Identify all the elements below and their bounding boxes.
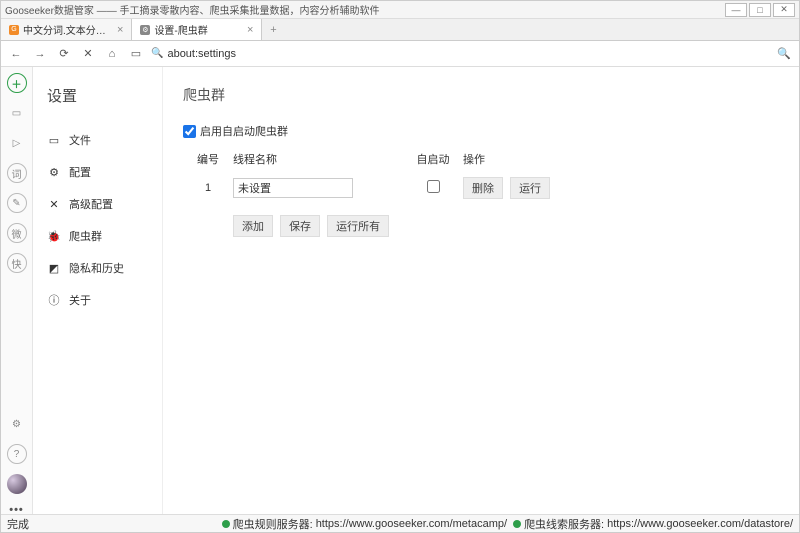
file-icon: ▭ (47, 133, 61, 147)
favicon-g-icon: G (9, 25, 19, 35)
tools-icon: ✕ (47, 197, 61, 211)
left-sidebar: ＋ ▭ ▷ 词 ✎ 微 快 ⚙ ? ••• (1, 67, 33, 516)
info-icon: ⓘ (47, 293, 61, 307)
url-text: about:settings (167, 48, 236, 60)
status-dot-icon (222, 520, 230, 528)
table-header: 编号 线程名称 自启动 操作 (183, 145, 779, 173)
wei-icon[interactable]: 微 (7, 223, 27, 243)
status-label: 爬虫线索服务器: (524, 516, 604, 532)
col-auto: 自启动 (403, 151, 463, 167)
enable-autostart-checkbox[interactable] (183, 125, 196, 138)
toolbar: ← → ⟳ ✕ ⌂ ▭ 🔍 about:settings 🔍 (1, 41, 799, 67)
run-button[interactable]: 运行 (510, 177, 550, 199)
enable-autostart-label: 启用自启动爬虫群 (200, 123, 288, 139)
nav-config[interactable]: ⚙ 配置 (47, 156, 148, 188)
gear-icon: ⚙ (47, 165, 61, 179)
add-icon[interactable]: ＋ (7, 73, 27, 93)
favicon-gear-icon: ⚙ (140, 25, 150, 35)
tab-analysis[interactable]: G 中文分词.文本分析.情感分析.关键词 × (1, 19, 132, 40)
table-row: 1 删除 运行 (183, 173, 779, 203)
settings-nav: 设置 ▭ 文件 ⚙ 配置 ✕ 高级配置 🐞 爬虫群 ◩ 隐私和历史 ⓘ 关于 (33, 67, 163, 516)
avatar[interactable] (7, 474, 27, 494)
close-button[interactable]: ✕ (773, 3, 795, 17)
nav-label: 隐私和历史 (69, 260, 124, 276)
nav-privacy[interactable]: ◩ 隐私和历史 (47, 252, 148, 284)
search-button[interactable]: 🔍 (775, 45, 793, 63)
status-url: https://www.gooseeker.com/datastore/ (607, 518, 793, 530)
status-url: https://www.gooseeker.com/metacamp/ (316, 518, 507, 530)
status-bar: 完成 爬虫规则服务器: https://www.gooseeker.com/me… (1, 514, 799, 532)
forward-button[interactable]: → (31, 45, 49, 63)
col-name: 线程名称 (233, 151, 403, 167)
actions-row: 添加 保存 运行所有 (183, 215, 779, 237)
status-label: 爬虫规则服务器: (233, 516, 313, 532)
word-icon[interactable]: 词 (7, 163, 27, 183)
delete-button[interactable]: 删除 (463, 177, 503, 199)
minimize-button[interactable]: — (725, 3, 747, 17)
doc-icon[interactable]: ▭ (7, 103, 27, 123)
nav-label: 配置 (69, 164, 91, 180)
settings-title: 设置 (47, 85, 148, 106)
nav-advanced[interactable]: ✕ 高级配置 (47, 188, 148, 220)
pen-icon[interactable]: ✎ (7, 193, 27, 213)
save-button[interactable]: 保存 (280, 215, 320, 237)
status-clue-server: 爬虫线索服务器: https://www.gooseeker.com/datas… (513, 516, 793, 532)
window-controls: — □ ✕ (723, 3, 795, 17)
maximize-button[interactable]: □ (749, 3, 771, 17)
row-id: 1 (183, 182, 233, 194)
nav-file[interactable]: ▭ 文件 (47, 124, 148, 156)
gear-icon[interactable]: ⚙ (7, 414, 27, 434)
tab-settings[interactable]: ⚙ 设置-爬虫群 × (132, 19, 262, 40)
content: 爬虫群 启用自启动爬虫群 编号 线程名称 自启动 操作 1 删除 运行 添加 保… (163, 67, 799, 516)
col-id: 编号 (183, 151, 233, 167)
status-rule-server: 爬虫规则服务器: https://www.gooseeker.com/metac… (222, 516, 507, 532)
vr-icon: ◩ (47, 261, 61, 275)
run-all-button[interactable]: 运行所有 (327, 215, 389, 237)
window-title: Gooseeker数据管家 —— 手工摘录零散内容、爬虫采集批量数据，内容分析辅… (5, 2, 723, 17)
nav-label: 爬虫群 (69, 228, 102, 244)
tab-label: 设置-爬虫群 (154, 22, 207, 37)
nav-about[interactable]: ⓘ 关于 (47, 284, 148, 316)
nav-label: 关于 (69, 292, 91, 308)
status-dot-icon (513, 520, 521, 528)
quick-icon[interactable]: 快 (7, 253, 27, 273)
address-bar[interactable]: 🔍 about:settings (151, 48, 769, 60)
autostart-checkbox[interactable] (427, 180, 440, 193)
nav-label: 高级配置 (69, 196, 113, 212)
nav-label: 文件 (69, 132, 91, 148)
add-button[interactable]: 添加 (233, 215, 273, 237)
tab-strip: G 中文分词.文本分析.情感分析.关键词 × ⚙ 设置-爬虫群 × + (1, 19, 799, 41)
home-button[interactable]: ⌂ (103, 45, 121, 63)
status-done: 完成 (7, 516, 29, 532)
tab-label: 中文分词.文本分析.情感分析.关键词 (23, 22, 113, 37)
bug-icon: 🐞 (47, 229, 61, 243)
nav-crawler-swarm[interactable]: 🐞 爬虫群 (47, 220, 148, 252)
stop-button[interactable]: ✕ (79, 45, 97, 63)
body: ＋ ▭ ▷ 词 ✎ 微 快 ⚙ ? ••• 设置 ▭ 文件 ⚙ 配置 ✕ 高级配… (1, 67, 799, 516)
titlebar: Gooseeker数据管家 —— 手工摘录零散内容、爬虫采集批量数据，内容分析辅… (1, 1, 799, 19)
help-icon[interactable]: ? (7, 444, 27, 464)
back-button[interactable]: ← (7, 45, 25, 63)
tab-close-icon[interactable]: × (117, 24, 123, 36)
enable-autostart-row: 启用自启动爬虫群 (183, 123, 779, 139)
page-heading: 爬虫群 (183, 85, 779, 105)
new-tab-button[interactable]: + (262, 19, 284, 40)
thread-name-input[interactable] (233, 178, 353, 198)
search-icon: 🔍 (151, 48, 163, 59)
col-ops: 操作 (463, 151, 779, 167)
reload-button[interactable]: ⟳ (55, 45, 73, 63)
tab-close-icon[interactable]: × (247, 24, 253, 36)
bookmark-icon[interactable]: ▭ (127, 45, 145, 63)
flag-icon[interactable]: ▷ (7, 133, 27, 153)
